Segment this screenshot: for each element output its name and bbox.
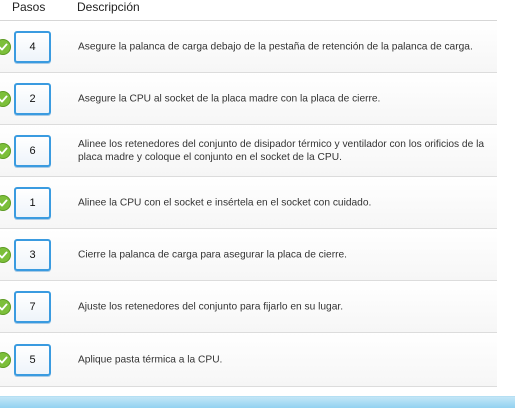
check-icon xyxy=(0,298,11,315)
header-steps: Pasos xyxy=(12,0,46,14)
step-number-tile[interactable]: 5 xyxy=(14,343,51,376)
table-row: 1 Alinee la CPU con el socket e insértela… xyxy=(0,177,497,229)
table-row: 4 Asegure la palanca de carga debajo de l… xyxy=(0,21,497,73)
table-row: 7 Ajuste los retenedores del conjunto par… xyxy=(0,281,497,333)
drag-drop-activity: Pasos Descripción 4 Asegure la palanca de… xyxy=(0,0,515,408)
step-description: Ajuste los retenedores del conjunto para… xyxy=(78,301,344,312)
check-icon xyxy=(0,38,11,55)
check-icon xyxy=(0,142,11,159)
table-rows: 4 Asegure la palanca de carga debajo de l… xyxy=(0,21,497,387)
check-icon xyxy=(0,246,11,263)
table-header: Pasos Descripción xyxy=(0,0,497,21)
bottom-bar xyxy=(0,396,515,408)
step-description: Asegure la palanca de carga debajo de la… xyxy=(78,41,473,52)
check-icon xyxy=(0,90,11,107)
table-row: 2 Asegure la CPU al socket de la placa ma… xyxy=(0,73,497,125)
step-description: Asegure la CPU al socket de la placa mad… xyxy=(78,93,381,104)
step-description: Cierre la palanca de carga para asegurar… xyxy=(78,249,347,260)
step-number-tile[interactable]: 7 xyxy=(14,290,51,323)
step-number-tile[interactable]: 6 xyxy=(14,134,51,167)
step-number-tile[interactable]: 4 xyxy=(14,30,51,63)
check-icon xyxy=(0,351,11,368)
step-number-tile[interactable]: 1 xyxy=(14,186,51,219)
step-description: Alinee los retenedores del conjunto de d… xyxy=(78,138,485,163)
step-description: Aplique pasta térmica a la CPU. xyxy=(78,354,223,365)
steps-table: Pasos Descripción 4 Asegure la palanca de… xyxy=(0,0,497,387)
table-row: 6 Alinee los retenedores del conjunto de … xyxy=(0,125,497,177)
table-row: 5 Aplique pasta térmica a la CPU. xyxy=(0,333,497,387)
step-description: Alinee la CPU con el socket e insértela … xyxy=(78,197,372,208)
check-icon xyxy=(0,194,11,211)
header-description: Descripción xyxy=(77,0,140,14)
step-number-tile[interactable]: 3 xyxy=(14,238,51,271)
step-number-tile[interactable]: 2 xyxy=(14,82,51,115)
table-row: 3 Cierre la palanca de carga para asegura… xyxy=(0,229,497,281)
